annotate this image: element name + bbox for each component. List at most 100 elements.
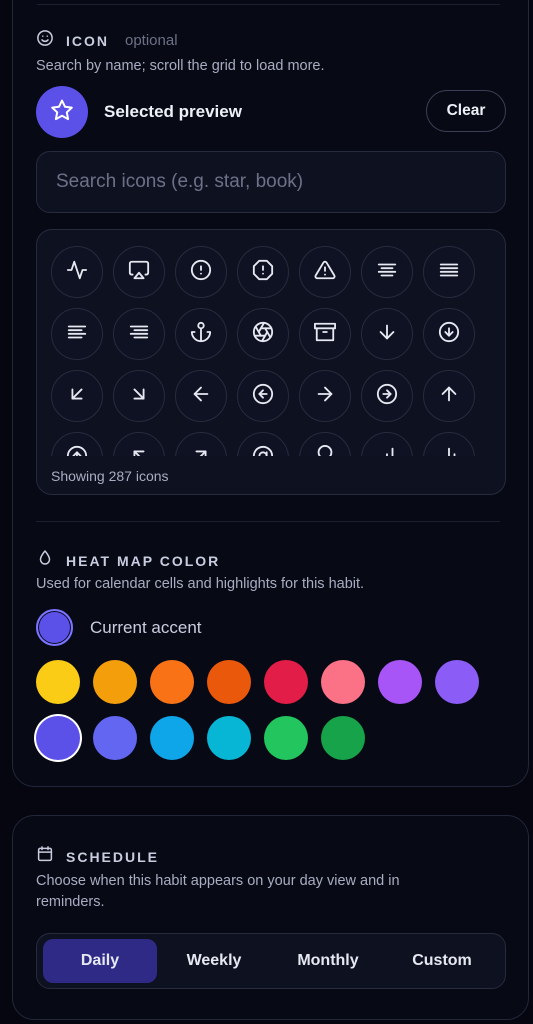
icon-option[interactable] bbox=[175, 246, 227, 298]
arrow-left-circle-icon bbox=[252, 383, 274, 410]
color-swatch[interactable] bbox=[321, 716, 365, 760]
icon-section-description: Search by name; scroll the grid to load … bbox=[36, 58, 325, 74]
arrow-up-left-icon bbox=[128, 445, 150, 456]
icon-option[interactable] bbox=[237, 308, 289, 360]
top-divider bbox=[37, 4, 500, 5]
arrow-right-circle-icon bbox=[376, 383, 398, 410]
color-swatch[interactable] bbox=[207, 716, 251, 760]
at-sign-icon bbox=[252, 445, 274, 456]
alert-triangle-icon bbox=[314, 259, 336, 286]
schedule-card: SCHEDULE Choose when this habit appears … bbox=[12, 815, 529, 1020]
schedule-option-custom[interactable]: Custom bbox=[385, 939, 499, 983]
color-swatch-grid bbox=[36, 660, 479, 760]
color-swatch[interactable] bbox=[150, 660, 194, 704]
icon-option[interactable] bbox=[299, 432, 351, 456]
archive-icon bbox=[314, 321, 336, 348]
icon-option[interactable] bbox=[113, 432, 165, 456]
color-swatch[interactable] bbox=[36, 660, 80, 704]
icon-option[interactable] bbox=[237, 370, 289, 422]
icon-option[interactable] bbox=[423, 246, 475, 298]
icon-option[interactable] bbox=[299, 246, 351, 298]
arrow-right-icon bbox=[314, 383, 336, 410]
icon-option[interactable] bbox=[423, 432, 475, 456]
heatmap-section-header: HEAT MAP COLOR bbox=[36, 549, 220, 572]
clear-button[interactable]: Clear bbox=[426, 90, 506, 132]
schedule-section-description: Choose when this habit appears on your d… bbox=[36, 873, 400, 910]
arrow-down-circle-icon bbox=[438, 321, 460, 348]
icon-option[interactable] bbox=[51, 246, 103, 298]
anchor-icon bbox=[190, 321, 212, 348]
heatmap-section-title: HEAT MAP COLOR bbox=[66, 552, 221, 569]
current-accent-row: Current accent bbox=[36, 609, 202, 646]
icon-option[interactable] bbox=[237, 246, 289, 298]
icon-grid bbox=[51, 246, 475, 456]
arrow-left-icon bbox=[190, 383, 212, 410]
icon-option[interactable] bbox=[113, 370, 165, 422]
icon-option[interactable] bbox=[361, 432, 413, 456]
color-swatch[interactable] bbox=[93, 716, 137, 760]
icon-option[interactable] bbox=[361, 246, 413, 298]
icon-option[interactable] bbox=[175, 370, 227, 422]
icon-option[interactable] bbox=[423, 370, 475, 422]
current-accent-swatch bbox=[36, 609, 73, 646]
icon-section-title: ICON bbox=[66, 32, 109, 49]
aperture-icon bbox=[252, 321, 274, 348]
color-swatch[interactable] bbox=[93, 660, 137, 704]
color-swatch[interactable] bbox=[435, 660, 479, 704]
icon-option[interactable] bbox=[299, 370, 351, 422]
icon-option[interactable] bbox=[175, 308, 227, 360]
align-center-icon bbox=[376, 259, 398, 286]
color-swatch[interactable] bbox=[321, 660, 365, 704]
color-swatch[interactable] bbox=[207, 660, 251, 704]
alert-octagon-icon bbox=[252, 259, 274, 286]
habit-icon-color-card: ICON optional Search by name; scroll the… bbox=[12, 0, 529, 787]
schedule-option-weekly[interactable]: Weekly bbox=[157, 939, 271, 983]
schedule-option-daily[interactable]: Daily bbox=[43, 939, 157, 983]
color-swatch[interactable] bbox=[36, 716, 80, 760]
align-right-icon bbox=[128, 321, 150, 348]
heatmap-section-description: Used for calendar cells and highlights f… bbox=[36, 576, 365, 592]
icon-option[interactable] bbox=[51, 308, 103, 360]
star-icon bbox=[50, 98, 74, 127]
droplet-icon bbox=[36, 549, 54, 572]
selected-icon-preview bbox=[36, 86, 88, 138]
current-accent-label: Current accent bbox=[90, 617, 202, 637]
icon-option[interactable] bbox=[361, 370, 413, 422]
icon-section-header: ICON optional bbox=[36, 29, 178, 52]
icon-option[interactable] bbox=[175, 432, 227, 456]
schedule-section-header: SCHEDULE bbox=[36, 845, 159, 868]
schedule-option-monthly[interactable]: Monthly bbox=[271, 939, 385, 983]
bar-chart-2-icon bbox=[438, 445, 460, 456]
arrow-down-right-icon bbox=[128, 383, 150, 410]
icon-option[interactable] bbox=[51, 370, 103, 422]
icon-option[interactable] bbox=[299, 308, 351, 360]
icon-option[interactable] bbox=[51, 432, 103, 456]
color-swatch[interactable] bbox=[264, 716, 308, 760]
schedule-section-title: SCHEDULE bbox=[66, 848, 160, 865]
optional-hint: optional bbox=[125, 32, 178, 49]
calendar-icon bbox=[36, 845, 54, 868]
icon-grid-panel[interactable]: Showing 287 icons bbox=[36, 229, 506, 495]
smiley-icon bbox=[36, 29, 54, 52]
arrow-up-icon bbox=[438, 383, 460, 410]
schedule-frequency-selector: Daily Weekly Monthly Custom bbox=[36, 933, 506, 989]
activity-icon bbox=[66, 259, 88, 286]
arrow-down-icon bbox=[376, 321, 398, 348]
icon-option[interactable] bbox=[237, 432, 289, 456]
icon-option[interactable] bbox=[113, 246, 165, 298]
color-swatch[interactable] bbox=[264, 660, 308, 704]
icon-search-input[interactable] bbox=[36, 151, 506, 213]
icon-count-label: Showing 287 icons bbox=[51, 468, 169, 484]
color-swatch[interactable] bbox=[378, 660, 422, 704]
arrow-up-circle-icon bbox=[66, 445, 88, 456]
icon-option[interactable] bbox=[361, 308, 413, 360]
bar-chart-icon bbox=[376, 445, 398, 456]
arrow-up-right-icon bbox=[190, 445, 212, 456]
arrow-down-left-icon bbox=[66, 383, 88, 410]
icon-option[interactable] bbox=[423, 308, 475, 360]
color-swatch[interactable] bbox=[150, 716, 194, 760]
align-left-icon bbox=[66, 321, 88, 348]
icon-option[interactable] bbox=[113, 308, 165, 360]
alert-circle-icon bbox=[190, 259, 212, 286]
align-justify-icon bbox=[438, 259, 460, 286]
